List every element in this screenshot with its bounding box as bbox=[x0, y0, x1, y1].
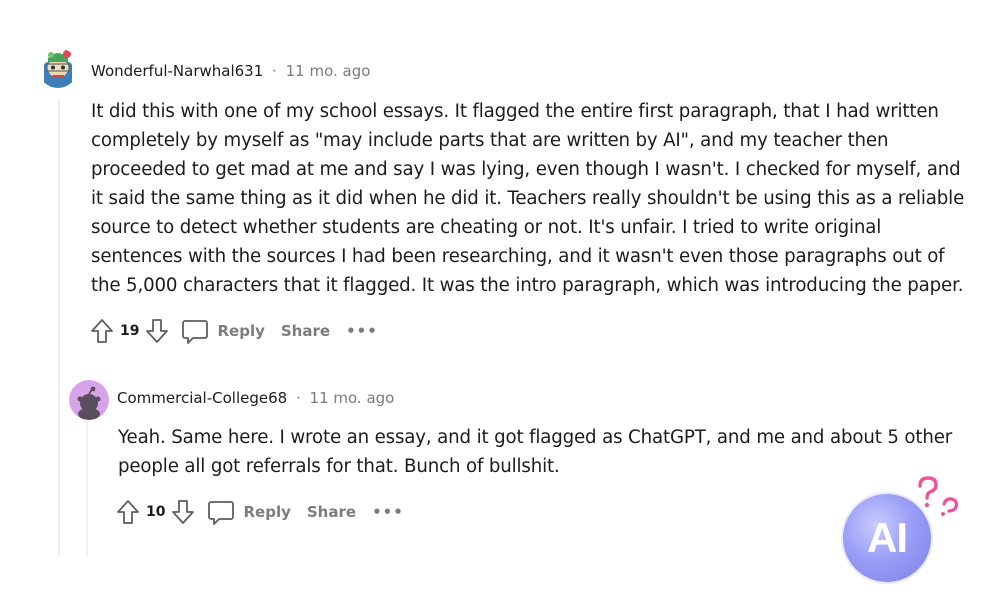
vote-count: 19 bbox=[120, 323, 140, 339]
thread-line-reply[interactable] bbox=[86, 422, 88, 556]
username[interactable]: Commercial-College68 bbox=[117, 389, 287, 407]
timestamp[interactable]: 11 mo. ago bbox=[310, 389, 395, 407]
separator: · bbox=[272, 62, 277, 80]
comment-actions: 10 Reply Share ••• bbox=[116, 497, 404, 527]
comment-meta: Commercial-College68 · 11 mo. ago bbox=[117, 389, 394, 407]
comment-body: It did this with one of my school essays… bbox=[91, 97, 991, 300]
comment-line: people all got referrals for that. Bunch… bbox=[118, 456, 560, 477]
avatar[interactable] bbox=[38, 48, 78, 88]
narwhal-avatar-icon bbox=[38, 48, 78, 88]
snoo-avatar-icon bbox=[69, 380, 109, 420]
comment-actions: 19 Reply Share ••• bbox=[90, 316, 378, 346]
vote-count: 10 bbox=[146, 504, 166, 520]
comment-meta: Wonderful-Narwhal631 · 11 mo. ago bbox=[91, 62, 370, 80]
downvote-arrow-icon bbox=[172, 500, 195, 524]
comment-line: Yeah. Same here. I wrote an essay, and i… bbox=[118, 427, 953, 448]
comment-thread: Wonderful-Narwhal631 · 11 mo. ago It did… bbox=[0, 0, 1000, 597]
reply-label: Reply bbox=[217, 322, 265, 340]
reply-button[interactable]: Reply bbox=[207, 498, 291, 526]
comment-line: It did this with one of my school essays… bbox=[91, 101, 939, 122]
comment-bubble-icon bbox=[208, 501, 235, 525]
comment-body: Yeah. Same here. I wrote an essay, and i… bbox=[118, 423, 978, 481]
downvote-arrow-icon bbox=[146, 319, 169, 343]
thread-line-main[interactable] bbox=[58, 98, 60, 556]
upvote-arrow-icon bbox=[117, 500, 139, 524]
question-marks-icon bbox=[918, 476, 959, 516]
comment-line: sentences with the sources I had been re… bbox=[91, 246, 945, 267]
comment-line: completely by myself as "may include par… bbox=[91, 130, 889, 151]
comment-line: source to detect whether students are ch… bbox=[91, 217, 882, 238]
reply-label: Reply bbox=[243, 503, 291, 521]
reply-button[interactable]: Reply bbox=[181, 317, 265, 345]
timestamp[interactable]: 11 mo. ago bbox=[286, 62, 371, 80]
comment-line: proceeded to get mad at me and say I was… bbox=[91, 159, 961, 180]
avatar[interactable] bbox=[69, 380, 109, 420]
upvote-arrow-icon bbox=[91, 319, 113, 343]
username[interactable]: Wonderful-Narwhal631 bbox=[91, 62, 263, 80]
downvote-button[interactable] bbox=[145, 318, 169, 344]
comment-bubble-icon bbox=[182, 320, 209, 344]
comment-line: the 5,000 characters that it flagged. It… bbox=[91, 275, 964, 296]
separator: · bbox=[295, 389, 301, 407]
comment-line: it said the same thing as it did when he… bbox=[91, 188, 965, 209]
ai-badge-label: AI bbox=[867, 514, 908, 561]
share-button[interactable]: Share bbox=[307, 503, 356, 521]
upvote-button[interactable] bbox=[116, 499, 140, 525]
more-options-button[interactable]: ••• bbox=[372, 503, 404, 521]
upvote-button[interactable] bbox=[90, 318, 114, 344]
downvote-button[interactable] bbox=[171, 499, 195, 525]
share-button[interactable]: Share bbox=[281, 322, 330, 340]
more-options-button[interactable]: ••• bbox=[346, 322, 378, 340]
